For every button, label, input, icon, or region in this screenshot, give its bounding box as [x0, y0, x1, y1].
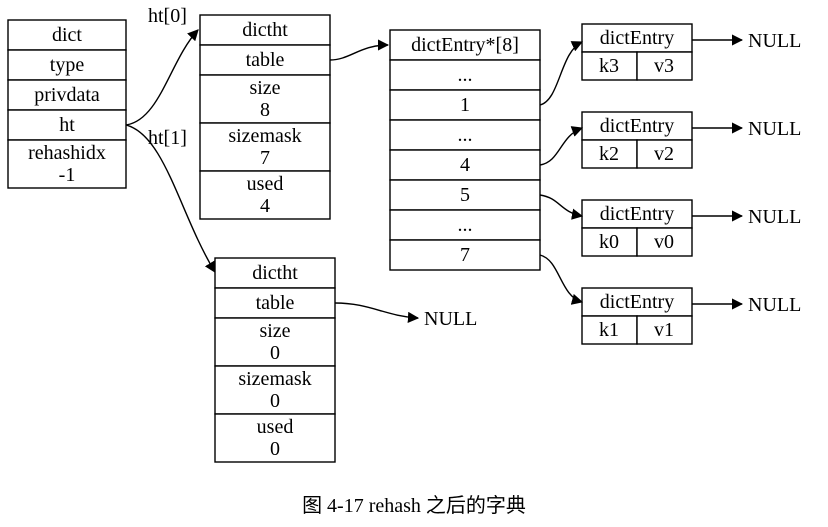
entry0-title: dictEntry [600, 27, 674, 49]
bucket-array: dictEntry*[8] ... 1 ... 4 5 ... 7 [390, 30, 540, 270]
edge-dictht0-table [330, 45, 388, 60]
ht1-null: NULL [424, 308, 477, 330]
dictht0-used-v: 4 [260, 195, 270, 217]
bucket-header: dictEntry*[8] [411, 34, 519, 56]
entry2-val: v0 [654, 231, 674, 253]
dictht0-sm-l: sizemask [228, 125, 301, 147]
entry2-title: dictEntry [600, 203, 674, 225]
dictht0-size-l: size [249, 77, 280, 99]
entry3-val: v1 [654, 319, 674, 341]
ht0-label: ht[0] [148, 5, 187, 27]
entry1-val: v2 [654, 143, 674, 165]
dictht0-sm-v: 7 [260, 147, 270, 169]
bucket-row-6: 7 [460, 244, 470, 266]
bucket-row-5: ... [458, 214, 473, 236]
dict-title: dict [52, 24, 82, 46]
edge-b7-e3 [540, 255, 582, 302]
dictht1-title: dictht [252, 262, 298, 284]
bucket-row-1: 1 [460, 94, 470, 116]
e2-null: NULL [748, 206, 801, 228]
entry-3: dictEntry k1 v1 [582, 288, 692, 344]
entry1-key: k2 [599, 143, 619, 165]
dictht0-table: table [246, 49, 285, 71]
dictht1-table: table [256, 292, 295, 314]
dictht1-struct: dictht table size 0 sizemask 0 used 0 [215, 258, 335, 462]
entry-2: dictEntry k0 v0 [582, 200, 692, 256]
dictht0-size-v: 8 [260, 99, 270, 121]
entry3-key: k1 [599, 319, 619, 341]
ht1-label: ht[1] [148, 127, 187, 149]
dictht0-title: dictht [242, 19, 288, 41]
dictht1-used-l: used [257, 416, 294, 438]
dict-field-type: type [50, 54, 85, 76]
dictht1-size-l: size [259, 320, 290, 342]
dict-struct: dict type privdata ht rehashidx -1 [8, 20, 126, 188]
dictht1-used-v: 0 [270, 438, 280, 460]
entry2-key: k0 [599, 231, 619, 253]
entry-1: dictEntry k2 v2 [582, 112, 692, 168]
dictht1-sm-v: 0 [270, 390, 280, 412]
entry-0: dictEntry k3 v3 [582, 24, 692, 80]
bucket-row-3: 4 [460, 154, 470, 176]
e1-null: NULL [748, 118, 801, 140]
bucket-row-2: ... [458, 124, 473, 146]
e3-null: NULL [748, 294, 801, 316]
e0-null: NULL [748, 30, 801, 52]
dictht0-used-l: used [247, 173, 284, 195]
bucket-row-0: ... [458, 64, 473, 86]
entry0-val: v3 [654, 55, 674, 77]
edge-dictht1-table [335, 303, 418, 318]
edge-b5-e2 [540, 195, 582, 216]
dict-field-ht: ht [59, 114, 75, 136]
entry1-title: dictEntry [600, 115, 674, 137]
dict-rehash-value: -1 [59, 164, 76, 186]
edge-ht0 [126, 30, 198, 125]
entry3-title: dictEntry [600, 291, 674, 313]
dict-field-privdata: privdata [34, 84, 100, 106]
dictht1-sm-l: sizemask [238, 368, 311, 390]
figure-caption: 图 4-17 rehash 之后的字典 [302, 494, 526, 517]
edge-b1-e0 [540, 42, 582, 105]
edge-b4-e1 [540, 128, 582, 165]
dictht0-struct: dictht table size 8 sizemask 7 used 4 [200, 15, 330, 219]
dict-rehash-label: rehashidx [28, 142, 106, 164]
bucket-row-4: 5 [460, 184, 470, 206]
entry0-key: k3 [599, 55, 619, 77]
dictht1-size-v: 0 [270, 342, 280, 364]
